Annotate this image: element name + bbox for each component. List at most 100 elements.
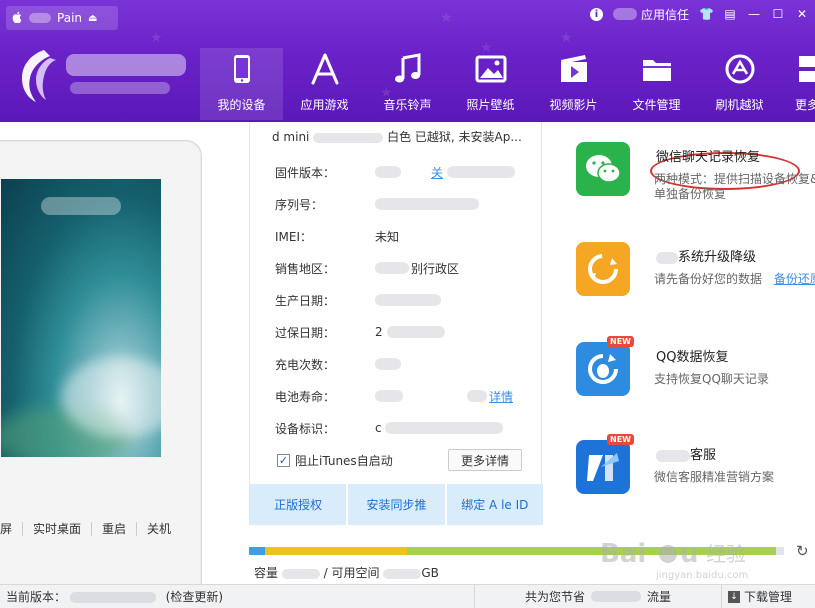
nav-label: 我的设备 [217,98,266,112]
info-row-charge-count: 充电次数： [275,354,535,374]
nav-videos[interactable]: 视频影片 [532,48,615,120]
device-tab[interactable]: Pa in ⏏ [6,6,118,30]
firmware-link[interactable]: 关 [431,164,443,181]
tool-system-upgrade[interactable]: 系统升级降级 请先备份好您的数据 备份还原 [576,242,815,302]
apple-icon [12,11,23,26]
bind-apple-id-button[interactable]: 绑定 A le ID [446,484,543,525]
folder-icon [642,60,671,81]
redacted-value [386,326,445,338]
device-model-line: d mini 白色 已越狱, 未安装Ap... [272,128,532,145]
tool-desc-line: 两种模式：提供扫描设备恢复& [654,172,815,186]
model-status: 白色 已越狱, 未安装Ap... [387,130,522,144]
info-label: IMEI： [275,229,313,244]
backup-restore-link[interactable]: 备份还原 [774,272,815,286]
star-decoration: ★ [560,30,573,46]
tool-desc-line: 请先备份好您的数据 [654,272,763,286]
screenshot-action[interactable]: 屏 [0,522,24,536]
redacted-value [447,166,515,178]
device-tab-label: Pa [57,11,72,25]
shutdown-action[interactable]: 关机 [137,522,181,536]
install-sync-button[interactable]: 安装同步推 [348,484,447,525]
more-details-button[interactable]: 更多详情 [448,449,522,471]
message-icon[interactable]: ▤ [723,7,737,21]
close-icon[interactable]: ✕ [795,7,809,21]
flash-icon [725,54,754,84]
app-logo [14,48,186,104]
download-management[interactable]: ↓ 下载管理 [728,585,792,608]
app-store-icon [311,53,338,85]
svg-text:jingyan.baidu.com: jingyan.baidu.com [655,570,748,581]
nav-flash-jailbreak[interactable]: 刷机越狱 [698,48,781,120]
nav-label: 更多 [795,98,815,112]
redacted-value [467,390,487,402]
check-update-link[interactable]: (检查更新) [166,590,223,604]
checkbox-checked-icon[interactable]: ✓ [277,454,290,467]
genuine-license-button[interactable]: 正版授权 [250,484,349,525]
nav-photos-wallpapers[interactable]: 照片壁纸 [449,48,532,120]
eject-icon[interactable]: ⏏ [88,13,97,24]
tool-qq-recovery[interactable]: NEW QQ数据恢复 支持恢复QQ聊天记录 [576,336,815,402]
svg-text:u: u [680,539,699,569]
device-bottom-buttons: 正版授权 安装同步推 绑定 A le ID [250,484,543,525]
storage-free-label: / 可用空间 [323,566,380,580]
device-tab-suffix: in [71,11,83,25]
saving-unit: 流量 [647,590,672,604]
device-actions: 屏 实时桌面 重启 关机 [0,519,181,539]
info-row-battery: 电池寿命： 详情 [275,386,535,406]
nav-apps-games[interactable]: 应用游戏 [283,48,366,120]
redacted-value [591,591,641,602]
photo-icon [475,55,506,83]
nav-music-ringtones[interactable]: 音乐铃声 [366,48,449,120]
info-icon[interactable]: i [589,7,603,21]
qq-recover-icon: NEW [576,336,634,396]
maximize-icon[interactable]: ☐ [771,7,785,21]
tool-wechat-recovery[interactable]: 微信聊天记录恢复 两种模式：提供扫描设备恢复& 单独备份恢复 [576,142,815,202]
svg-text:Bai: Bai [600,539,646,569]
minimize-icon[interactable]: — [747,7,761,21]
current-version-label: 当前版本： [6,590,67,604]
version-info: 当前版本： (检查更新) [6,588,223,605]
redacted-value [375,198,479,210]
top-right-controls: i 应用信任 👕 ▤ — ☐ ✕ [589,3,809,25]
info-row-region: 销售地区： 别行政区 [275,258,535,278]
nav-file-management[interactable]: 文件管理 [615,48,698,120]
app-trust-link[interactable]: 应用信任 [641,6,689,23]
storage-label: 容量 [254,566,279,580]
tool-title: QQ数据恢复 [656,350,729,365]
lockscreen-clock-redacted [41,197,121,215]
redacted-value [384,422,503,434]
more-icon [799,56,815,82]
tool-customer-service[interactable]: NEW 客服 微信客服精准营销方案 [576,434,815,500]
nav-my-device[interactable]: 我的设备 [200,48,283,120]
block-itunes-autostart[interactable]: ✓ 阻止iTunes自启动 [277,452,393,469]
info-row-imei: IMEI： 未知 [275,226,535,246]
redacted-text [313,132,384,143]
restart-action[interactable]: 重启 [92,522,138,536]
tool-title-text: 系统升级降级 [678,250,757,265]
new-badge: NEW [607,434,634,445]
customer-service-icon: NEW [576,434,634,494]
info-label: 设备标识： [275,421,336,436]
tool-desc: 两种模式：提供扫描设备恢复& 单独备份恢复 [654,172,815,202]
tool-title: 系统升级降级 [656,246,756,265]
redacted-value [375,166,401,178]
video-icon [560,55,587,82]
info-label: 序列号： [275,197,324,212]
tool-title: 客服 [656,444,716,463]
info-value: 别行政区 [411,261,460,276]
refresh-icon[interactable]: ↻ [796,542,809,560]
info-value: c [375,421,382,435]
wechat-icon [576,142,630,196]
redacted-value [69,592,156,603]
shirt-skin-icon[interactable]: 👕 [699,7,714,21]
download-management-label: 下载管理 [744,590,793,604]
nav-more[interactable]: 更多 [781,48,815,120]
redacted-text [612,8,637,20]
live-desktop-action[interactable]: 实时桌面 [23,522,93,536]
tools-panel: 微信聊天记录恢复 两种模式：提供扫描设备恢复& 单独备份恢复 系统升级降级 请先… [560,122,815,542]
device-preview-panel: 屏 实时桌面 重启 关机 [0,122,248,608]
status-bar: 当前版本： (检查更新) 共为您节省 流量 ↓ 下载管理 [0,584,815,608]
battery-details-link[interactable]: 详情 [489,388,513,405]
music-note-icon [394,53,420,83]
data-saving-info: 共为您节省 流量 [474,585,722,608]
